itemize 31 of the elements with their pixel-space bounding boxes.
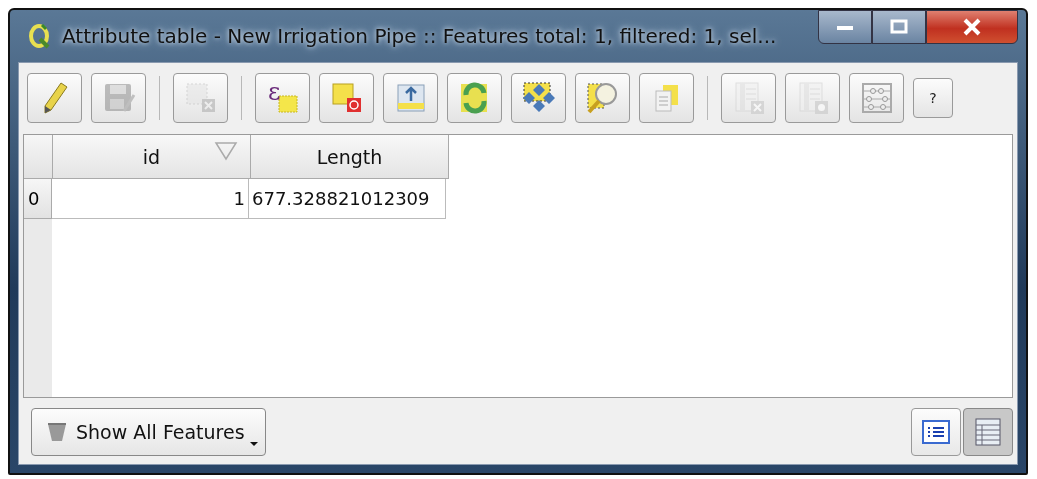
zoom-button[interactable] (575, 73, 630, 123)
column-header[interactable]: Length (251, 135, 449, 179)
pencil-button[interactable] (27, 73, 82, 123)
close-button[interactable] (926, 10, 1018, 44)
invert-button[interactable] (447, 73, 502, 123)
maximize-icon (889, 19, 909, 35)
app-logo-icon (28, 23, 52, 49)
minimize-button[interactable] (818, 10, 872, 44)
maximize-button[interactable] (872, 10, 926, 44)
help-button[interactable]: ? (913, 78, 953, 118)
table-cell: 677.328821012309 (249, 179, 446, 219)
dotted-square-cross-icon (183, 81, 218, 115)
row-header[interactable]: 0 (24, 179, 52, 219)
deselect-button[interactable] (319, 73, 374, 123)
filter-dropdown[interactable]: Show All Features (31, 408, 266, 456)
filter-icon (46, 421, 68, 443)
table-cell: 1 (52, 179, 249, 219)
minimize-icon (835, 23, 855, 31)
window-title: Attribute table - New Irrigation Pipe :: Features total: 1, filtered: 1, sel... (62, 24, 777, 48)
move-top-button[interactable] (383, 73, 438, 123)
list-icon (922, 420, 950, 444)
squares-icon (329, 81, 364, 115)
form-view-button[interactable] (911, 408, 961, 456)
select-all-corner[interactable] (24, 135, 53, 179)
close-icon (961, 18, 983, 36)
copy-button[interactable] (639, 73, 694, 123)
calculator-button[interactable] (849, 73, 904, 123)
pan-button[interactable] (511, 73, 566, 123)
column-header[interactable]: id (53, 135, 251, 179)
table-icon (975, 418, 1001, 446)
expression-button[interactable]: ε (255, 73, 310, 123)
